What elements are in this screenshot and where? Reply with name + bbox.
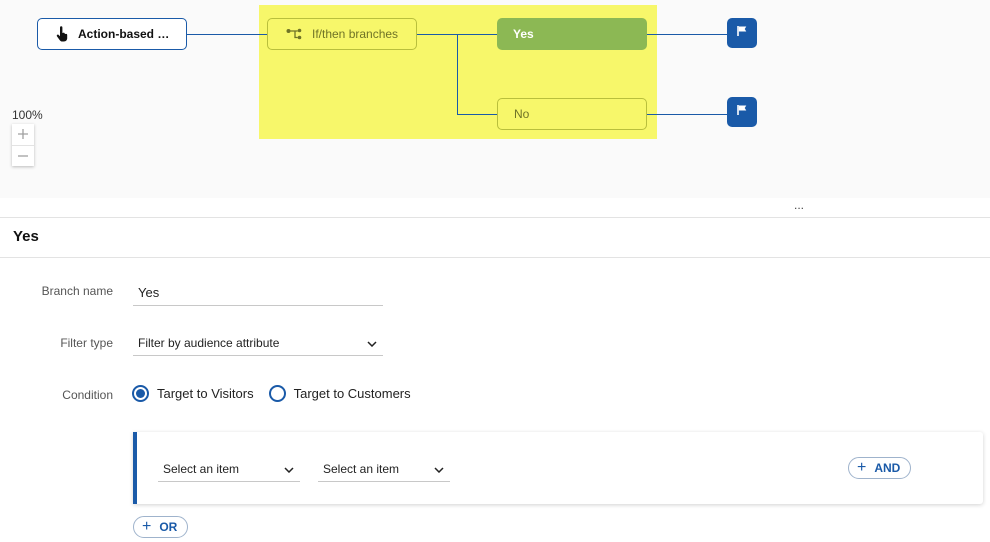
node-no-label: No (514, 107, 530, 121)
panel-title: Yes (13, 228, 39, 245)
add-or-button[interactable]: + OR (133, 516, 189, 538)
connector-yes-end (647, 34, 727, 35)
select-value: Select an item (323, 461, 400, 476)
chevron-down-icon (367, 336, 377, 350)
branch-name-input[interactable]: Yes (133, 280, 383, 306)
plus-icon (17, 124, 29, 145)
plus-icon: + (142, 518, 152, 535)
plus-icon: + (857, 459, 867, 476)
radio-target-customers[interactable]: Target to Customers (268, 385, 411, 402)
condition-card: Select an item Select an item + AND (133, 432, 983, 504)
zoom-level: 100% (12, 108, 43, 122)
panel-splitter[interactable]: ... (0, 198, 990, 218)
zoom-out-button[interactable] (12, 145, 34, 166)
node-action-label: Action-based … (78, 27, 170, 41)
condition-label: Condition (62, 388, 113, 402)
node-yes-label: Yes (513, 27, 534, 41)
or-label: OR (159, 520, 178, 534)
branch-name-label: Branch name (41, 284, 113, 298)
hand-pointer-icon (56, 26, 68, 42)
zoom-controls (12, 124, 34, 166)
node-ifthen-branches[interactable]: If/then branches (267, 18, 417, 50)
flag-icon (736, 24, 748, 42)
condition-radio-group: Target to Visitors Target to Customers (132, 385, 426, 402)
chevron-down-icon (434, 462, 444, 476)
condition-operator-select[interactable]: Select an item (318, 456, 450, 482)
filter-type-label: Filter type (60, 336, 113, 350)
branch-icon (286, 28, 302, 40)
radio-label: Target to Customers (293, 386, 411, 401)
connector-vertical (457, 34, 458, 114)
connector-to-yes (457, 34, 497, 35)
and-label: AND (874, 461, 901, 475)
node-yes[interactable]: Yes (497, 18, 647, 50)
minus-icon (17, 146, 29, 167)
connector-no-end (647, 114, 727, 115)
node-action-based[interactable]: Action-based … (37, 18, 187, 50)
flag-icon (736, 103, 748, 121)
divider (0, 257, 990, 258)
node-no[interactable]: No (497, 98, 647, 130)
radio-unselected-icon (268, 385, 286, 402)
radio-target-visitors[interactable]: Target to Visitors (132, 385, 254, 402)
select-value: Select an item (163, 461, 240, 476)
end-node-no[interactable] (727, 97, 757, 127)
flow-canvas: Action-based … If/then branches Yes No 1… (0, 0, 990, 198)
chevron-down-icon (284, 462, 294, 476)
node-ifthen-label: If/then branches (312, 27, 399, 41)
connector-ifthen-split (417, 34, 457, 35)
radio-selected-icon (132, 385, 149, 402)
filter-type-select[interactable]: Filter by audience attribute (133, 330, 383, 356)
connector-action-ifthen (187, 34, 267, 35)
add-and-button[interactable]: + AND (848, 457, 912, 479)
radio-label: Target to Visitors (157, 386, 254, 401)
connector-to-no (457, 114, 497, 115)
filter-type-value: Filter by audience attribute (138, 335, 280, 350)
drag-handle-dots[interactable]: ... (794, 198, 804, 212)
condition-attribute-select[interactable]: Select an item (158, 456, 300, 482)
zoom-in-button[interactable] (12, 124, 34, 145)
end-node-yes[interactable] (727, 18, 757, 48)
